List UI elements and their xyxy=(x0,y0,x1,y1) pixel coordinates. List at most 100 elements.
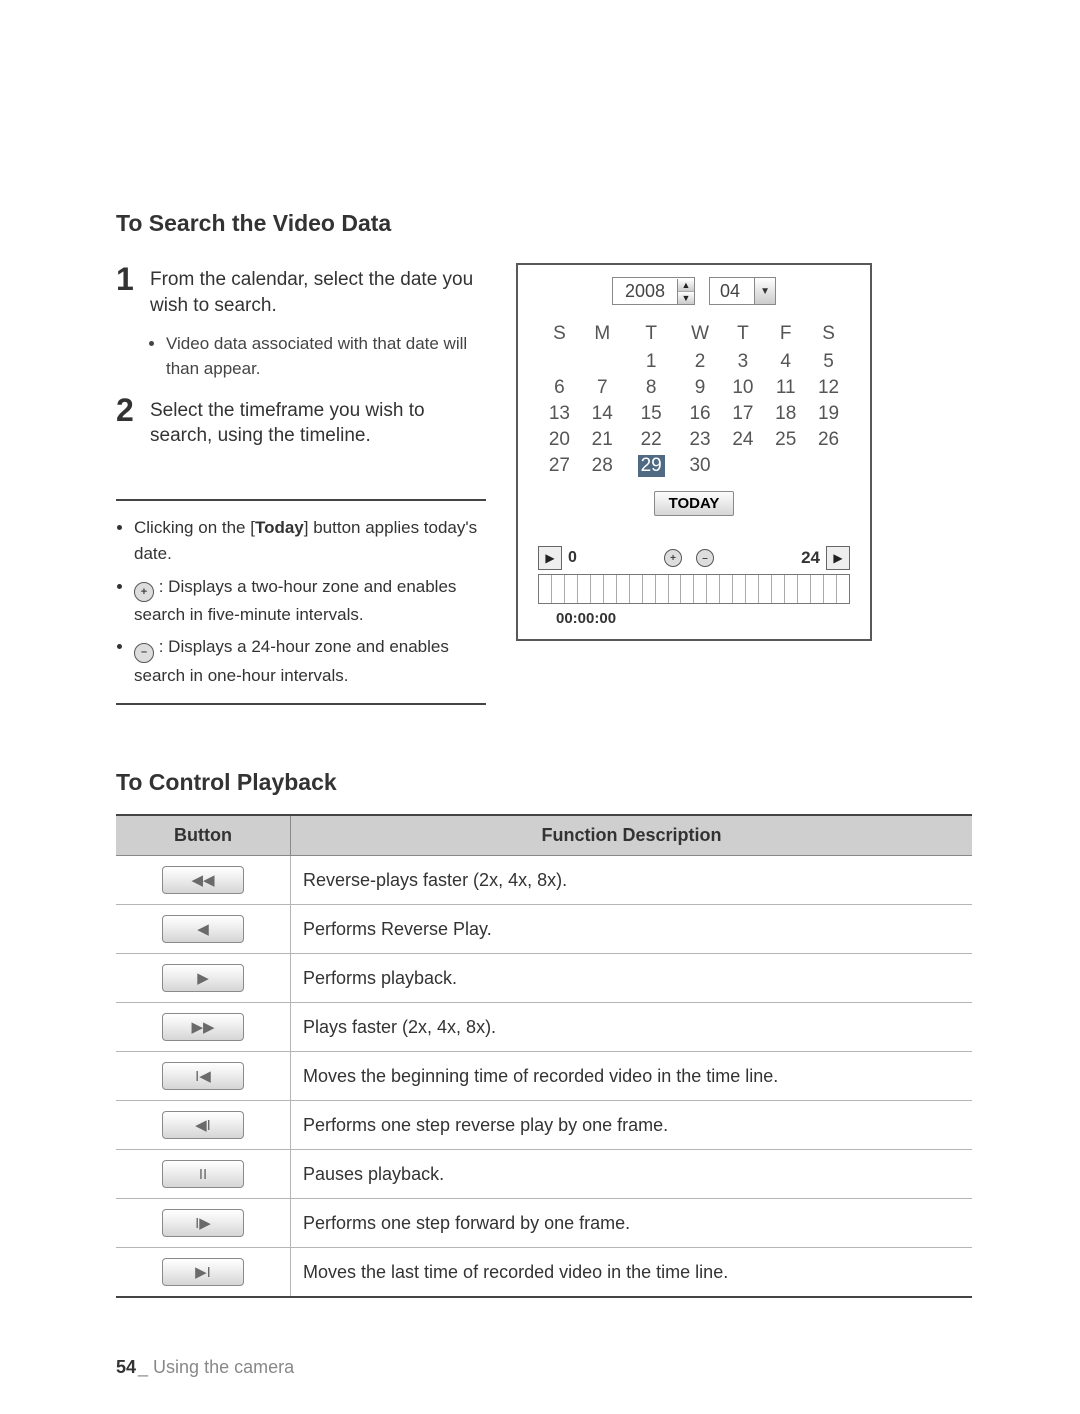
step-1-sub-item: Video data associated with that date wil… xyxy=(166,332,486,381)
timeline-prev-icon[interactable]: ▶ xyxy=(538,546,562,570)
table-row: I▶ Performs one step forward by one frame… xyxy=(116,1199,972,1248)
calendar-day[interactable]: 13 xyxy=(538,401,581,427)
section-title-playback: To Control Playback xyxy=(116,769,972,796)
year-up-icon[interactable]: ▲ xyxy=(678,279,694,292)
today-button[interactable]: TODAY xyxy=(654,491,735,516)
description-cell: Moves the beginning time of recorded vid… xyxy=(291,1052,973,1101)
timeline-controls: ▶ 0 + – 24 ▶ xyxy=(538,546,850,570)
zoom-in-icon[interactable]: + xyxy=(664,549,682,567)
calendar-day[interactable]: 6 xyxy=(538,375,581,401)
description-cell: Plays faster (2x, 4x, 8x). xyxy=(291,1003,973,1052)
button-cell: I◀ xyxy=(116,1052,291,1101)
month-value: 04 xyxy=(710,281,754,302)
calendar-day[interactable]: 22 xyxy=(624,427,679,453)
calendar-day[interactable]: 29 xyxy=(624,453,679,479)
table-row: ◀◀ Reverse-plays faster (2x, 4x, 8x). xyxy=(116,856,972,905)
calendar-day[interactable]: 30 xyxy=(679,453,722,479)
playback-button[interactable]: ▶I xyxy=(162,1258,244,1286)
table-row: ▶ Performs playback. xyxy=(116,954,972,1003)
calendar-widget: 2008 ▲ ▼ 04 ▼ SMTWTFS 123456789101112131… xyxy=(516,263,872,641)
calendar-dow: M xyxy=(581,319,624,349)
calendar-day[interactable]: 4 xyxy=(764,349,807,375)
calendar-day[interactable]: 15 xyxy=(624,401,679,427)
month-dropdown[interactable]: 04 ▼ xyxy=(709,277,776,305)
step-number: 2 xyxy=(116,394,150,449)
calendar-day[interactable]: 24 xyxy=(721,427,764,453)
button-cell: ▶I xyxy=(116,1248,291,1298)
calendar-day xyxy=(538,349,581,375)
table-row: ◀ Performs Reverse Play. xyxy=(116,905,972,954)
description-cell: Reverse-plays faster (2x, 4x, 8x). xyxy=(291,856,973,905)
calendar-day[interactable]: 2 xyxy=(679,349,722,375)
button-cell: ◀◀ xyxy=(116,856,291,905)
playback-button[interactable]: I▶ xyxy=(162,1209,244,1237)
calendar-day xyxy=(721,453,764,479)
playback-button[interactable]: I◀ xyxy=(162,1062,244,1090)
playback-button[interactable]: ▶▶ xyxy=(162,1013,244,1041)
table-header-button: Button xyxy=(116,815,291,856)
year-value: 2008 xyxy=(613,281,677,302)
calendar-day[interactable]: 19 xyxy=(807,401,850,427)
timeline-grid[interactable] xyxy=(538,574,850,604)
description-cell: Performs Reverse Play. xyxy=(291,905,973,954)
playback-button[interactable]: II xyxy=(162,1160,244,1188)
table-header-desc: Function Description xyxy=(291,815,973,856)
calendar-day[interactable]: 12 xyxy=(807,375,850,401)
divider xyxy=(116,499,486,501)
note-today: Clicking on the [Today] button applies t… xyxy=(134,515,486,568)
playback-button[interactable]: ◀I xyxy=(162,1111,244,1139)
zoom-out-icon: – xyxy=(134,643,154,663)
description-cell: Performs one step forward by one frame. xyxy=(291,1199,973,1248)
calendar-day[interactable]: 26 xyxy=(807,427,850,453)
divider xyxy=(116,703,486,705)
calendar-day[interactable]: 28 xyxy=(581,453,624,479)
button-cell: ◀I xyxy=(116,1101,291,1150)
step-1-sub: Video data associated with that date wil… xyxy=(152,332,486,381)
description-cell: Performs playback. xyxy=(291,954,973,1003)
table-row: ▶▶ Plays faster (2x, 4x, 8x). xyxy=(116,1003,972,1052)
calendar-day[interactable]: 10 xyxy=(721,375,764,401)
step-text: Select the timeframe you wish to search,… xyxy=(150,394,486,449)
calendar-day xyxy=(581,349,624,375)
calendar-day[interactable]: 25 xyxy=(764,427,807,453)
calendar-day xyxy=(807,453,850,479)
calendar-day[interactable]: 27 xyxy=(538,453,581,479)
playback-button[interactable]: ◀◀ xyxy=(162,866,244,894)
calendar-day[interactable]: 8 xyxy=(624,375,679,401)
playback-button[interactable]: ◀ xyxy=(162,915,244,943)
note-zoom-in: + : Displays a two-hour zone and enables… xyxy=(134,574,486,629)
calendar-day[interactable]: 5 xyxy=(807,349,850,375)
timeline-next-icon[interactable]: ▶ xyxy=(826,546,850,570)
calendar-day[interactable]: 20 xyxy=(538,427,581,453)
step-text: From the calendar, select the date you w… xyxy=(150,263,486,318)
calendar-day[interactable]: 11 xyxy=(764,375,807,401)
calendar-day[interactable]: 3 xyxy=(721,349,764,375)
calendar-dow: F xyxy=(764,319,807,349)
calendar-day[interactable]: 18 xyxy=(764,401,807,427)
calendar-dow: S xyxy=(538,319,581,349)
calendar-day[interactable]: 9 xyxy=(679,375,722,401)
section-title-search: To Search the Video Data xyxy=(116,210,972,237)
year-spinner[interactable]: 2008 ▲ ▼ xyxy=(612,277,695,305)
calendar-day[interactable]: 1 xyxy=(624,349,679,375)
zoom-in-icon: + xyxy=(134,582,154,602)
calendar-dow: T xyxy=(624,319,679,349)
chevron-down-icon[interactable]: ▼ xyxy=(754,278,775,304)
calendar-day[interactable]: 16 xyxy=(679,401,722,427)
calendar-day[interactable]: 23 xyxy=(679,427,722,453)
playback-button[interactable]: ▶ xyxy=(162,964,244,992)
year-down-icon[interactable]: ▼ xyxy=(678,292,694,304)
calendar-day xyxy=(764,453,807,479)
description-cell: Moves the last time of recorded video in… xyxy=(291,1248,973,1298)
calendar-day[interactable]: 14 xyxy=(581,401,624,427)
calendar-day[interactable]: 21 xyxy=(581,427,624,453)
calendar-day[interactable]: 7 xyxy=(581,375,624,401)
table-row: ▶I Moves the last time of recorded video … xyxy=(116,1248,972,1298)
notes-list: Clicking on the [Today] button applies t… xyxy=(120,515,486,689)
page-footer: 54_ Using the camera xyxy=(116,1357,294,1378)
zoom-out-icon[interactable]: – xyxy=(696,549,714,567)
description-cell: Pauses playback. xyxy=(291,1150,973,1199)
note-zoom-out: – : Displays a 24-hour zone and enables … xyxy=(134,634,486,689)
calendar-day[interactable]: 17 xyxy=(721,401,764,427)
table-row: ◀IPerforms one step reverse play by one … xyxy=(116,1101,972,1150)
